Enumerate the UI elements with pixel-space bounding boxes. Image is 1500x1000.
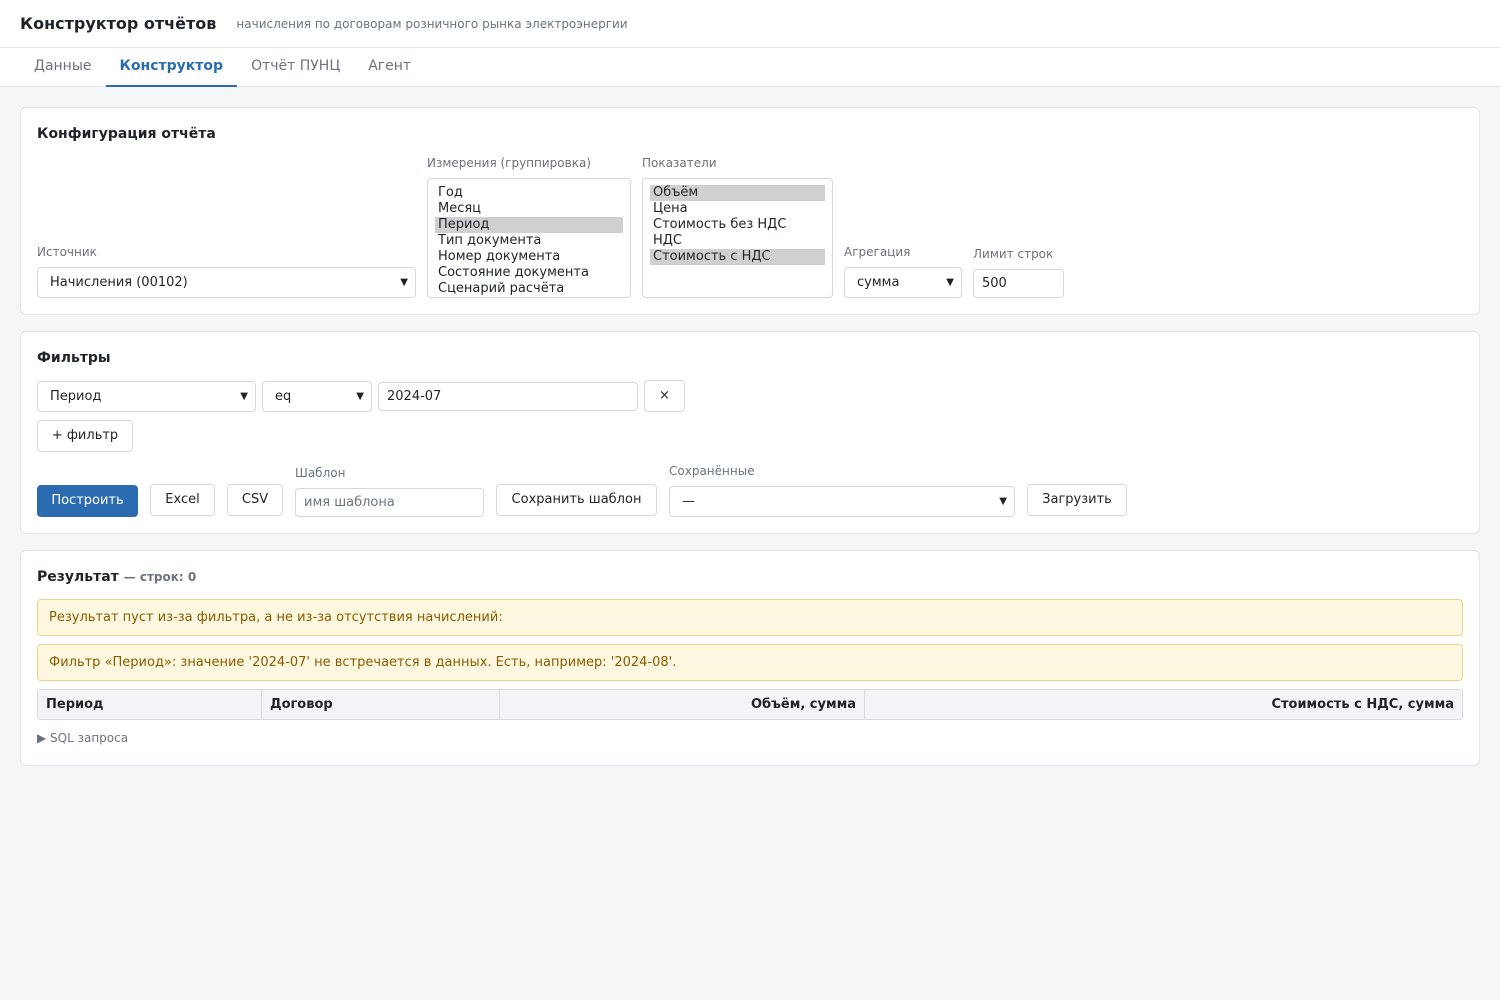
template-name-input[interactable] xyxy=(295,488,484,517)
add-filter-button[interactable]: + фильтр xyxy=(37,420,133,452)
filter-value-input[interactable] xyxy=(378,382,638,411)
dimension-option-doc-state[interactable]: Состояние документа xyxy=(435,265,623,281)
result-title: Результат — строк: 0 xyxy=(37,569,196,585)
build-button[interactable]: Построить xyxy=(37,485,138,517)
app-title: Конструктор отчётов xyxy=(20,14,217,33)
csv-button[interactable]: CSV xyxy=(227,484,283,516)
config-title: Конфигурация отчёта xyxy=(37,126,216,142)
tab-constructor[interactable]: Конструктор xyxy=(105,48,238,87)
load-button[interactable]: Загрузить xyxy=(1027,484,1127,516)
source-select[interactable]: Начисления (00102) ▼ xyxy=(37,267,416,298)
filter-operator-value: eq xyxy=(275,389,292,404)
measure-option-price[interactable]: Цена xyxy=(650,201,825,217)
tab-punc-report[interactable]: Отчёт ПУНЦ xyxy=(237,48,354,87)
remove-filter-button[interactable]: × xyxy=(644,380,685,412)
filters-title: Фильтры xyxy=(37,350,111,366)
empty-result-alert: Результат пуст из-за фильтра, а не из-за… xyxy=(37,599,1463,636)
filters-card: Фильтры Период ▼ eq ▼ × + фильтр Построи… xyxy=(20,331,1480,534)
saved-templates-select[interactable]: — ▼ xyxy=(669,486,1015,517)
measure-option-cost-no-vat[interactable]: Стоимость без НДС xyxy=(650,217,825,233)
filter-field-select[interactable]: Период ▼ xyxy=(37,381,256,412)
dimension-option-month[interactable]: Месяц xyxy=(435,201,623,217)
dimension-option-doc-type[interactable]: Тип документа xyxy=(435,233,623,249)
aggregation-label: Агрегация xyxy=(844,245,911,259)
aggregation-select[interactable]: сумма ▼ xyxy=(844,267,962,298)
result-title-text: Результат xyxy=(37,569,119,585)
measures-label: Показатели xyxy=(642,156,717,170)
chevron-down-icon: ▼ xyxy=(400,277,408,288)
dimensions-label: Измерения (группировка) xyxy=(427,156,591,170)
saved-templates-value: — xyxy=(682,494,695,509)
dimension-option-scenario[interactable]: Сценарий расчёта xyxy=(435,281,623,297)
chevron-down-icon: ▼ xyxy=(999,496,1007,507)
result-card: Результат — строк: 0 Результат пуст из-з… xyxy=(20,550,1480,766)
dimensions-listbox[interactable]: Год Месяц Период Тип документа Номер док… xyxy=(427,178,631,298)
source-select-value: Начисления (00102) xyxy=(50,275,188,290)
dimension-option-doc-number[interactable]: Номер документа xyxy=(435,249,623,265)
filter-operator-select[interactable]: eq ▼ xyxy=(262,381,372,412)
chevron-down-icon: ▼ xyxy=(946,277,954,288)
aggregation-select-value: сумма xyxy=(857,275,900,290)
config-card: Конфигурация отчёта Источник Начисления … xyxy=(20,107,1480,315)
filter-field-value: Период xyxy=(50,389,102,404)
template-label: Шаблон xyxy=(295,466,346,480)
tab-data[interactable]: Данные xyxy=(20,48,106,87)
limit-label: Лимит строк xyxy=(973,247,1054,261)
tab-agent[interactable]: Агент xyxy=(354,48,425,87)
top-bar: Конструктор отчётов начисления по догово… xyxy=(0,0,1500,48)
sql-query-toggle[interactable]: ▶ SQL запроса xyxy=(37,731,128,745)
measure-option-volume[interactable]: Объём xyxy=(650,185,825,201)
result-row-count: — строк: 0 xyxy=(123,570,197,584)
excel-button[interactable]: Excel xyxy=(150,484,215,516)
filter-hint-alert: Фильтр «Период»: значение '2024-07' не в… xyxy=(37,644,1463,681)
tab-bar: Данные Конструктор Отчёт ПУНЦ Агент xyxy=(0,48,1500,87)
save-template-button[interactable]: Сохранить шаблон xyxy=(496,484,657,516)
measures-listbox[interactable]: Объём Цена Стоимость без НДС НДС Стоимос… xyxy=(642,178,833,298)
source-label: Источник xyxy=(37,245,97,259)
column-header-cost-vat-sum[interactable]: Стоимость с НДС, сумма xyxy=(865,690,1462,719)
app-subtitle: начисления по договорам розничного рынка… xyxy=(236,16,628,31)
dimension-option-year[interactable]: Год xyxy=(435,185,623,201)
dimension-option-period[interactable]: Период xyxy=(435,217,623,233)
saved-label: Сохранённые xyxy=(669,464,755,478)
measure-option-vat[interactable]: НДС xyxy=(650,233,825,249)
column-header-contract[interactable]: Договор xyxy=(262,690,500,719)
chevron-down-icon: ▼ xyxy=(240,391,248,402)
result-table-header: Период Договор Объём, сумма Стоимость с … xyxy=(37,689,1463,720)
chevron-down-icon: ▼ xyxy=(356,391,364,402)
limit-input[interactable] xyxy=(973,269,1064,298)
column-header-volume-sum[interactable]: Объём, сумма xyxy=(500,690,865,719)
column-header-period[interactable]: Период xyxy=(38,690,262,719)
close-icon: × xyxy=(659,388,670,403)
measure-option-cost-with-vat[interactable]: Стоимость с НДС xyxy=(650,249,825,265)
